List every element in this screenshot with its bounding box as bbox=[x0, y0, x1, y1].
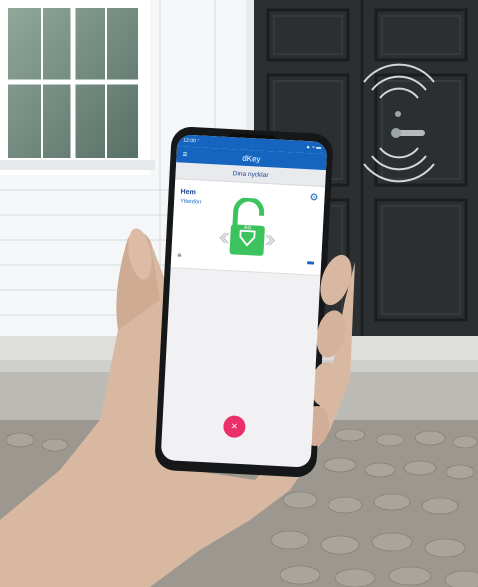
key-name: Hem bbox=[180, 188, 196, 197]
lock-badge: BG bbox=[244, 225, 252, 231]
lock-small-icon: 🔒︎ bbox=[177, 249, 182, 259]
battery-icon bbox=[307, 261, 315, 265]
phone-screen: 12:00 ᐟ ▲ ≈ ▬ ≡ dKey Dina nycklar Hem Yt… bbox=[160, 134, 328, 468]
status-time: 12:00 ᐟ bbox=[183, 137, 200, 145]
fab-button[interactable]: × bbox=[222, 415, 246, 439]
gear-icon[interactable]: ⚙ bbox=[309, 192, 319, 203]
unlock-padlock-icon[interactable]: BG bbox=[217, 196, 278, 260]
key-card[interactable]: Hem Ytterdörr ⚙ BG 🔒︎ bbox=[170, 179, 326, 276]
status-indicators: ▲ ≈ ▬ bbox=[305, 144, 322, 151]
key-location: Ytterdörr bbox=[179, 198, 202, 206]
